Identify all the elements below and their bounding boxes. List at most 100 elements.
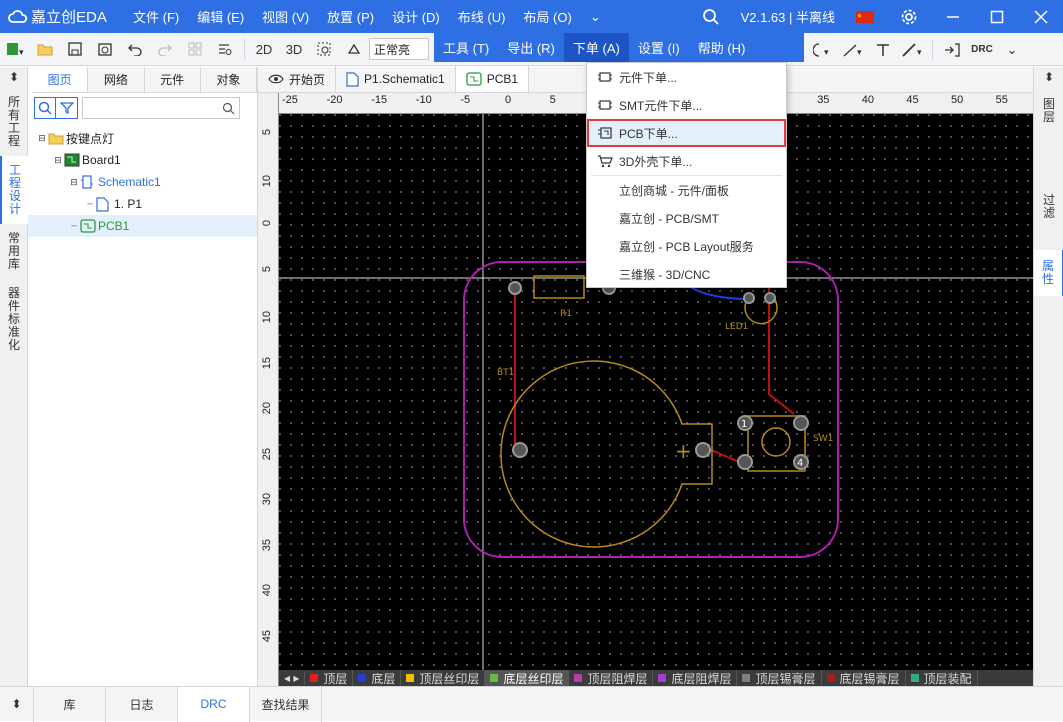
r1-pad[interactable] [508, 281, 522, 295]
pin-icon[interactable]: ⬍ [1034, 67, 1063, 88]
layer-scroll-arrows-icon[interactable]: ◂ ▸ [279, 671, 306, 685]
layer-tab[interactable]: 底层丝印层 [485, 670, 570, 686]
layer-tab[interactable]: 底层 [353, 670, 402, 686]
tree-node-board[interactable]: ⊟ Board1 [28, 149, 257, 171]
menu-help[interactable]: 帮助 (H) [689, 33, 755, 62]
menu-export[interactable]: 导出 (R) [498, 33, 564, 62]
menu-item-pcb-order[interactable]: PCB下单... [587, 119, 786, 147]
menu-item-component-order[interactable]: 元件下单... [587, 63, 786, 91]
gear-icon[interactable] [887, 0, 931, 33]
menu-edit[interactable]: 编辑 (E) [188, 7, 253, 26]
find-list-icon[interactable] [213, 37, 237, 61]
led1-pad[interactable] [764, 292, 776, 304]
bt1-pad[interactable] [695, 442, 711, 458]
menu-item-smt-order[interactable]: SMT元件下单... [587, 91, 786, 119]
more-tools-chevron-icon[interactable]: ⌄ [1000, 38, 1024, 62]
measure-tool-icon[interactable]: ▾ [901, 38, 925, 62]
menu-item-jlc-layout-service[interactable]: 嘉立创 - PCB Layout服务 [587, 232, 786, 260]
menu-tools[interactable]: 工具 (T) [434, 33, 498, 62]
menu-design[interactable]: 设计 (D) [383, 7, 449, 26]
display-mode-select[interactable]: 正常亮 [369, 38, 429, 60]
collapse-toggle-icon[interactable]: ⊟ [36, 133, 48, 144]
menu-settings[interactable]: 设置 (I) [629, 33, 689, 62]
text-tool-icon[interactable] [871, 38, 895, 62]
minimize-icon[interactable] [931, 0, 975, 33]
more-menu-chevron-icon[interactable]: ⌄ [581, 9, 610, 25]
filter-icon[interactable] [56, 97, 78, 119]
menu-view[interactable]: 视图 (V) [253, 7, 318, 26]
tab-find-results[interactable]: 查找结果 [250, 686, 322, 722]
tab-objects[interactable]: 对象 [201, 67, 257, 92]
tab-start-page[interactable]: 开始页 [258, 66, 337, 92]
menu-file[interactable]: 文件 (F) [124, 7, 188, 26]
layer-tab[interactable]: 顶层丝印层 [401, 670, 486, 686]
save-icon[interactable] [63, 37, 87, 61]
tab-pages[interactable]: 图页 [32, 67, 89, 92]
sw1-pad[interactable] [737, 454, 753, 470]
tab-all-projects[interactable]: 所有工程 [0, 88, 28, 156]
grid-icon[interactable] [183, 37, 207, 61]
layer-name: 顶层装配 [923, 671, 972, 686]
menu-order[interactable]: 下单 (A) [563, 33, 629, 62]
tree-node-schematic[interactable]: ⊟ Schematic1 [28, 171, 257, 193]
undo-icon[interactable] [123, 37, 147, 61]
tab-device-standardization[interactable]: 器件标准化 [0, 279, 28, 360]
app-logo: 嘉立创EDA [0, 6, 124, 27]
menu-route[interactable]: 布线 (U) [449, 7, 515, 26]
pin-icon[interactable]: ⬍ [0, 686, 34, 722]
layer-tab[interactable]: 顶层 [305, 670, 354, 686]
open-folder-icon[interactable] [33, 37, 57, 61]
panel-search-input[interactable] [82, 97, 240, 119]
menu-layout[interactable]: 布局 (O) [514, 7, 580, 26]
redo-icon[interactable] [153, 37, 177, 61]
save-snapshot-icon[interactable] [93, 37, 117, 61]
search-toggle-icon[interactable] [34, 97, 56, 119]
pin-icon[interactable]: ⬍ [0, 67, 28, 88]
menu-item-lcsc-mall[interactable]: 立创商城 - 元件/面板 [587, 176, 786, 204]
close-icon[interactable] [1019, 0, 1063, 33]
layer-tab[interactable]: 底层锡膏层 [822, 670, 906, 686]
tab-common-library[interactable]: 常用库 [0, 224, 28, 279]
view-3d-button[interactable]: 3D [282, 37, 306, 61]
sw1-pad[interactable] [793, 415, 809, 431]
led1-pad[interactable] [743, 292, 755, 304]
layer-tab[interactable]: 顶层装配 [906, 670, 978, 686]
import-changes-icon[interactable] [940, 38, 964, 62]
circle-tool-icon[interactable]: ▾ [811, 38, 835, 62]
tab-log[interactable]: 日志 [106, 686, 178, 722]
tab-layers[interactable]: 图层 [1034, 88, 1063, 134]
tab-library[interactable]: 库 [34, 686, 106, 722]
collapse-toggle-icon[interactable]: ⊟ [68, 177, 80, 188]
folder-icon [48, 132, 66, 145]
maximize-icon[interactable] [975, 0, 1019, 33]
search-icon[interactable] [689, 0, 733, 33]
tree-node-pcb[interactable]: ┄ PCB1 [28, 215, 257, 237]
drc-button[interactable]: DRC [970, 38, 994, 62]
menu-item-3d-cnc[interactable]: 三维猴 - 3D/CNC [587, 260, 786, 288]
tab-nets[interactable]: 网络 [88, 67, 145, 92]
tab-components[interactable]: 元件 [145, 67, 201, 92]
tab-filter[interactable]: 过滤 [1034, 184, 1063, 230]
tab-properties[interactable]: 属性 [1034, 250, 1063, 296]
menu-item-jlc-pcb-smt[interactable]: 嘉立创 - PCB/SMT [587, 204, 786, 232]
tab-pcb[interactable]: PCB1 [455, 66, 530, 92]
tree-node-page[interactable]: ┄ 1. P1 [28, 193, 257, 215]
tab-drc[interactable]: DRC [178, 686, 250, 722]
menu-item-3d-shell-order[interactable]: 3D外壳下单... [587, 147, 786, 175]
line-tool-icon[interactable]: ▾ [841, 38, 865, 62]
layer-tab[interactable]: 顶层阻焊层 [569, 670, 654, 686]
tab-project-design[interactable]: 工程设计 [0, 156, 28, 224]
china-flag-icon[interactable] [843, 0, 887, 33]
zoom-fit-icon[interactable] [312, 37, 336, 61]
tab-schematic[interactable]: P1.Schematic1 [336, 66, 456, 92]
view-2d-button[interactable]: 2D [252, 37, 276, 61]
layer-stack-icon[interactable] [342, 37, 366, 61]
layer-tab[interactable]: 顶层锡膏层 [737, 670, 822, 686]
menu-place[interactable]: 放置 (P) [318, 7, 383, 26]
layer-tab[interactable]: 底层阻焊层 [653, 670, 738, 686]
new-file-icon[interactable]: ▾ [3, 37, 27, 61]
bt1-pad[interactable] [512, 442, 528, 458]
layer-name: 底层阻焊层 [671, 671, 732, 686]
tree-node-project[interactable]: ⊟ 按键点灯 [28, 127, 257, 149]
collapse-toggle-icon[interactable]: ⊟ [52, 155, 64, 166]
